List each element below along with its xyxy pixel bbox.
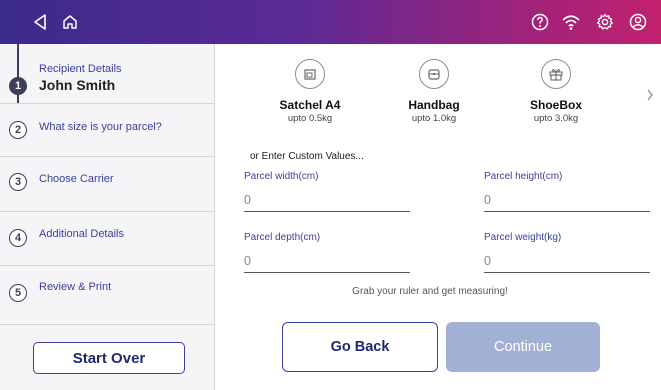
step-choose-carrier[interactable]: 3 Choose Carrier — [0, 156, 214, 212]
package-handbag[interactable]: Handbag upto 1.0kg — [374, 59, 494, 124]
recipient-name: John Smith — [39, 77, 116, 93]
settings-icon[interactable] — [591, 8, 619, 36]
step-number: 1 — [9, 77, 27, 95]
package-name: Handbag — [408, 98, 460, 112]
package-satchel[interactable]: Satchel A4 upto 0.5kg — [250, 59, 370, 124]
step-label: Choose Carrier — [39, 173, 114, 185]
home-icon[interactable] — [56, 8, 84, 36]
step-review-print[interactable]: 5 Review & Print — [0, 265, 214, 325]
step-label: Additional Details — [39, 228, 124, 240]
custom-values-title: or Enter Custom Values... — [250, 151, 364, 162]
step-number: 3 — [9, 173, 27, 191]
satchel-icon — [295, 59, 325, 89]
field-label: Parcel width(cm) — [244, 171, 319, 182]
parcel-weight-input[interactable]: 0 — [484, 254, 650, 273]
step-label: Review & Print — [39, 281, 112, 293]
parcel-width-field[interactable]: Parcel width(cm) 0 — [244, 171, 410, 212]
start-over-button[interactable]: Start Over — [33, 342, 185, 374]
step-label: Recipient Details — [39, 63, 122, 75]
step-number: 2 — [9, 121, 27, 139]
package-weight: upto 0.5kg — [287, 113, 333, 124]
step-number: 5 — [9, 284, 27, 302]
step-label: What size is your parcel? — [39, 121, 162, 133]
chevron-right-icon[interactable] — [646, 88, 654, 106]
measuring-hint: Grab your ruler and get measuring! — [352, 286, 508, 297]
go-back-button[interactable]: Go Back — [282, 322, 438, 372]
wifi-icon[interactable] — [557, 8, 585, 36]
package-name: Satchel A4 — [279, 98, 341, 112]
field-label: Parcel height(cm) — [484, 171, 563, 182]
package-weight: upto 3.0kg — [533, 113, 579, 124]
package-shoebox[interactable]: ShoeBox upto 3.0kg — [496, 59, 616, 124]
account-icon[interactable] — [624, 8, 652, 36]
package-name: ShoeBox — [529, 98, 582, 112]
top-bar — [0, 0, 661, 44]
back-icon[interactable] — [26, 8, 54, 36]
step-sidebar: 1 Recipient Details John Smith 2 What si… — [0, 44, 215, 390]
parcel-height-field[interactable]: Parcel height(cm) 0 — [484, 171, 650, 212]
handbag-icon — [419, 59, 449, 89]
parcel-height-input[interactable]: 0 — [484, 193, 650, 212]
step-recipient-details[interactable]: 1 Recipient Details John Smith — [0, 44, 214, 104]
field-label: Parcel depth(cm) — [244, 232, 321, 243]
continue-button[interactable]: Continue — [446, 322, 600, 372]
step-additional-details[interactable]: 4 Additional Details — [0, 211, 214, 266]
help-icon[interactable] — [526, 8, 554, 36]
parcel-width-input[interactable]: 0 — [244, 193, 410, 212]
package-weight: upto 1.0kg — [411, 113, 457, 124]
field-label: Parcel weight(kg) — [484, 232, 562, 243]
parcel-weight-field[interactable]: Parcel weight(kg) 0 — [484, 232, 650, 273]
gift-box-icon — [541, 59, 571, 89]
step-parcel-size[interactable]: 2 What size is your parcel? — [0, 103, 214, 157]
parcel-depth-field[interactable]: Parcel depth(cm) 0 — [244, 232, 410, 273]
parcel-depth-input[interactable]: 0 — [244, 254, 410, 273]
step-number: 4 — [9, 229, 27, 247]
